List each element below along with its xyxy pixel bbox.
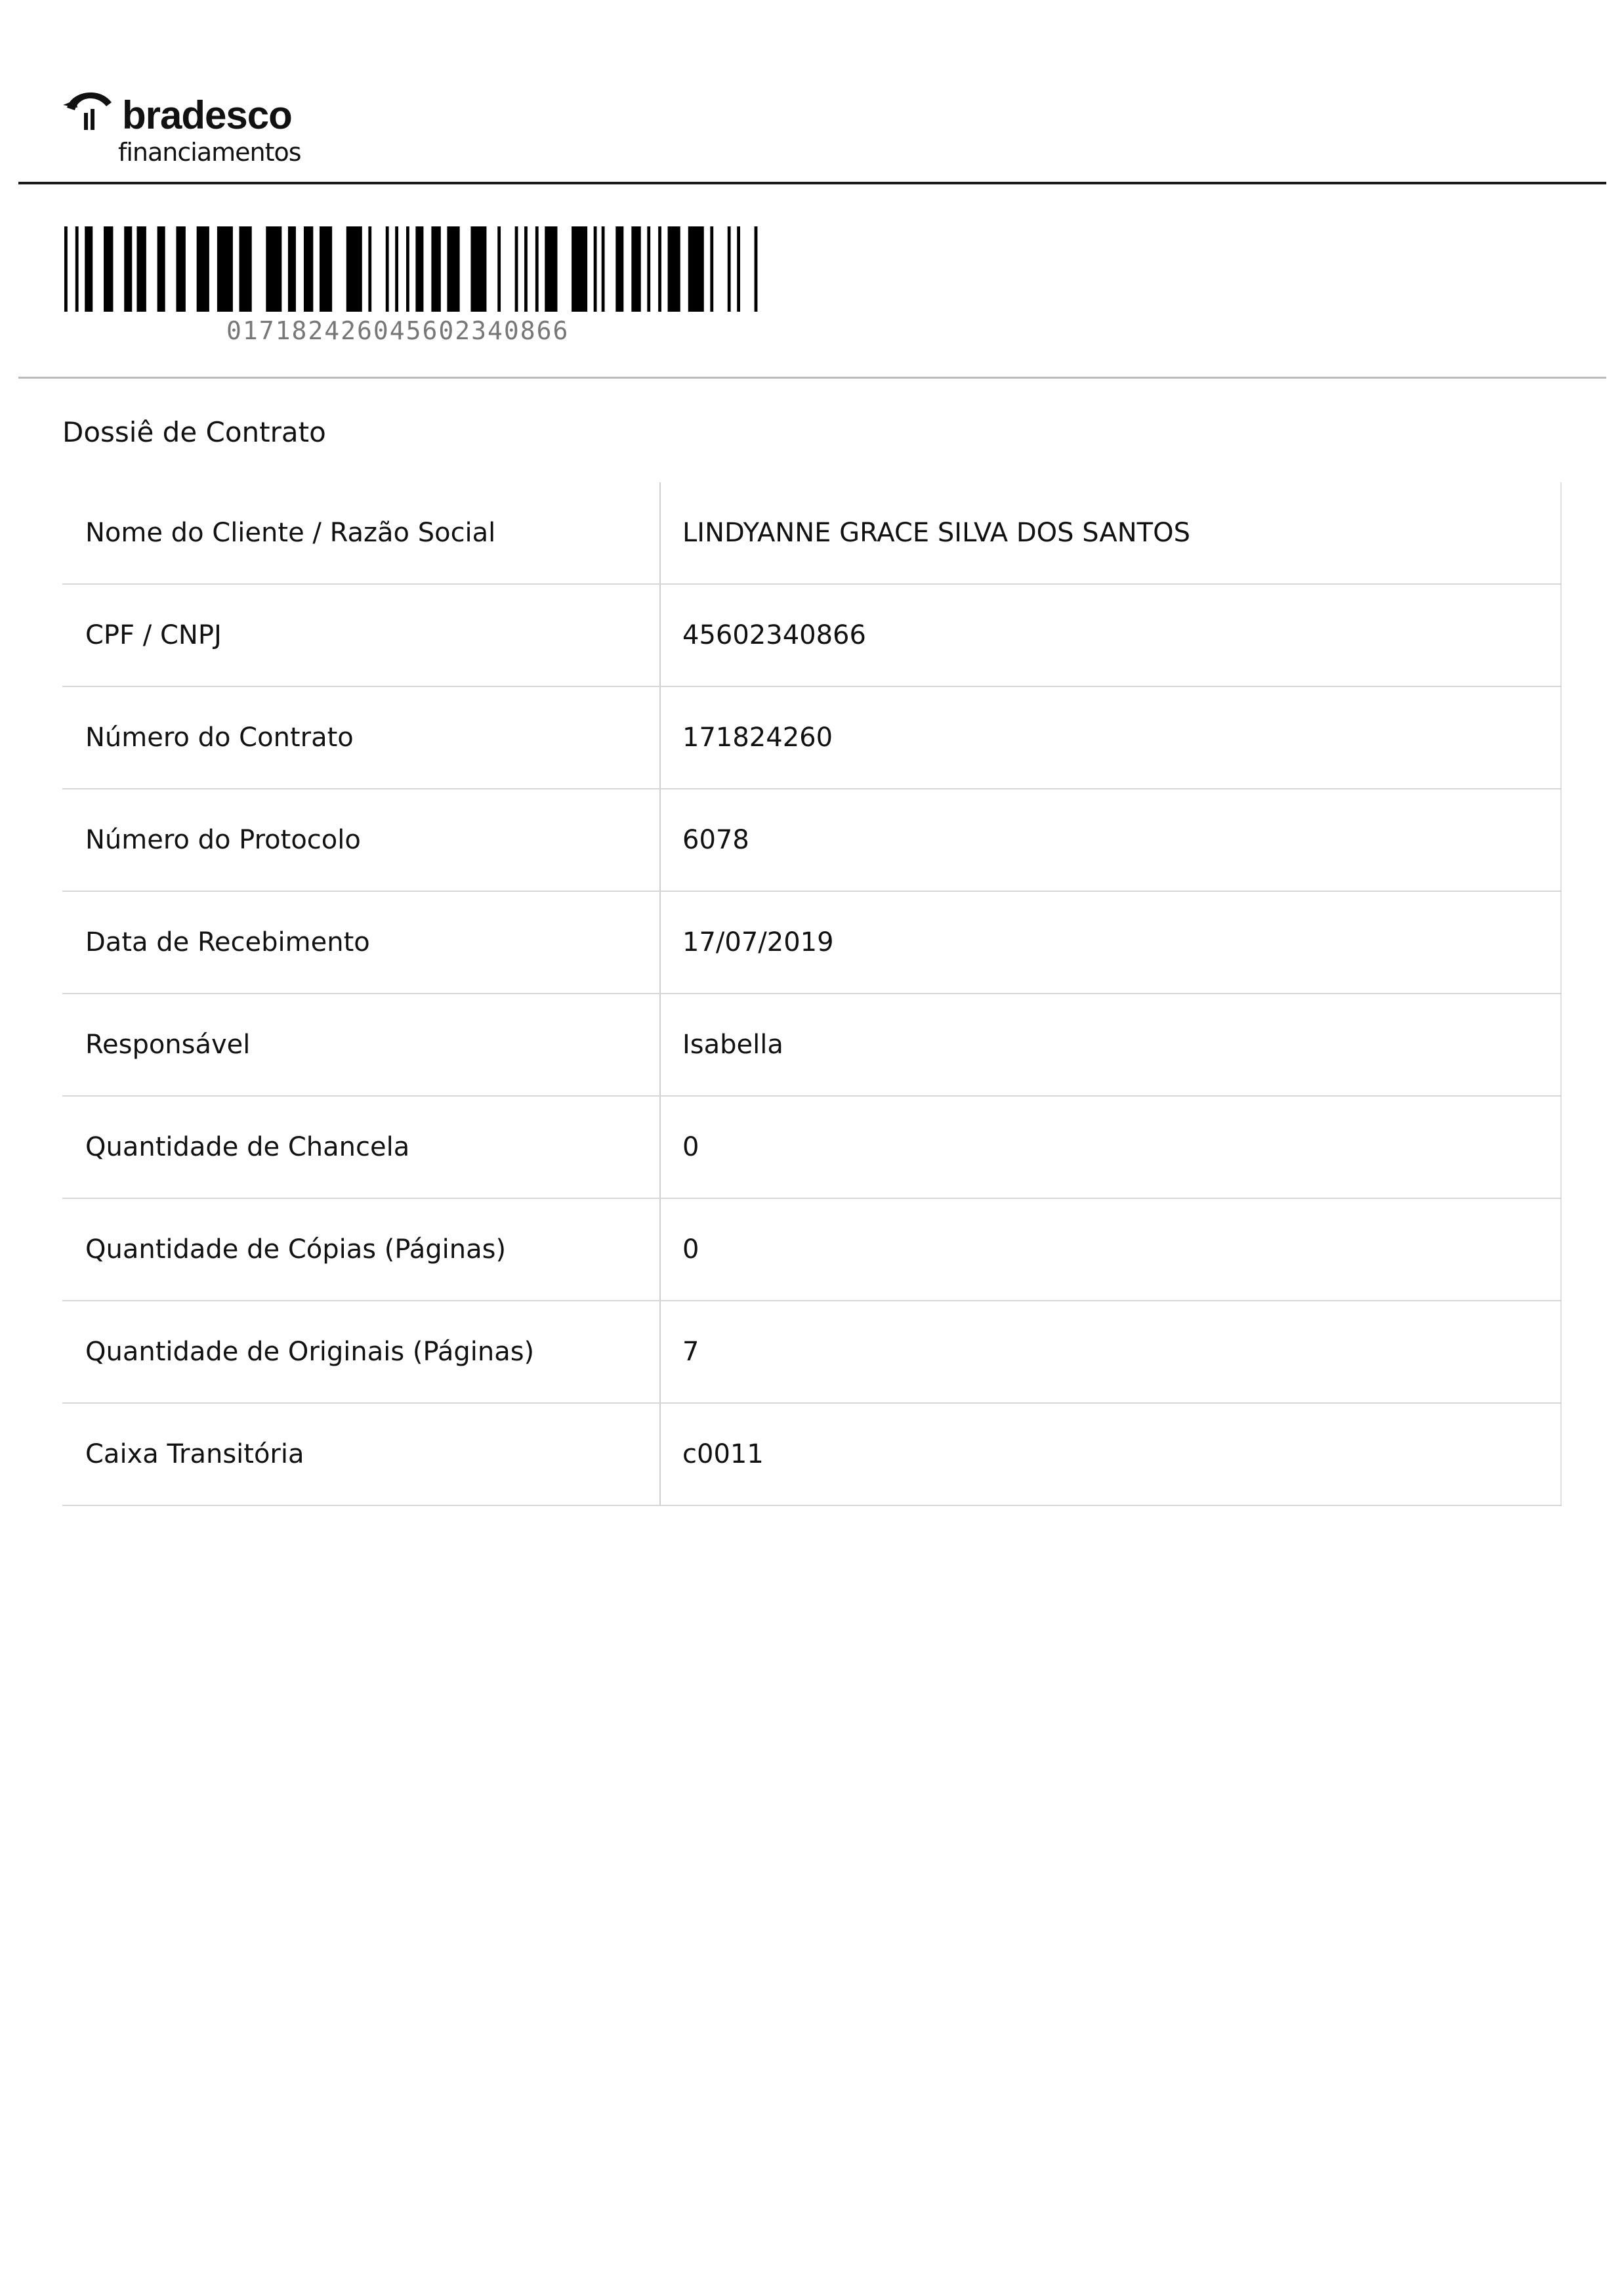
barcode-bar: [75, 226, 79, 312]
barcode-bar: [176, 226, 186, 312]
barcode-bar: [239, 226, 252, 312]
row-label: Caixa Transitória: [62, 1404, 661, 1505]
barcode-bar: [64, 226, 68, 312]
table-row: Responsável Isabella: [62, 994, 1562, 1097]
row-label: Quantidade de Cópias (Páginas): [62, 1199, 661, 1300]
row-label: Quantidade de Chancela: [62, 1097, 661, 1198]
row-value: 7: [661, 1301, 1562, 1402]
table-row: Quantidade de Cópias (Páginas) 0: [62, 1199, 1562, 1301]
row-value: 0: [661, 1199, 1562, 1300]
section-divider: [18, 377, 1606, 379]
contract-table: Nome do Cliente / Razão Social LINDYANNE…: [62, 482, 1562, 1506]
barcode-bar: [572, 226, 588, 312]
row-label: Data de Recebimento: [62, 892, 661, 993]
header-divider: [18, 182, 1606, 184]
barcode-number: 017182426045602340866: [226, 316, 570, 345]
barcode-bar: [737, 226, 740, 312]
table-row: Quantidade de Originais (Páginas) 7: [62, 1301, 1562, 1404]
barcode-bar: [593, 226, 597, 312]
row-value: Isabella: [661, 994, 1562, 1095]
barcode-bar: [395, 226, 398, 312]
table-row: CPF / CNPJ 45602340866: [62, 585, 1562, 687]
brand-name: bradesco: [122, 93, 293, 137]
barcode-bar: [615, 226, 624, 312]
brand-header: bradesco financiamentos: [60, 85, 302, 167]
row-value: 45602340866: [661, 585, 1562, 686]
barcode-bar: [406, 226, 409, 312]
barcode-bar: [217, 226, 233, 312]
barcode-bar: [346, 226, 362, 312]
barcode-bar: [647, 226, 651, 312]
bradesco-logo-icon: [63, 92, 112, 130]
row-label: Nome do Cliente / Razão Social: [62, 482, 661, 583]
barcode-bar: [136, 226, 146, 312]
barcode-bar: [545, 226, 558, 312]
barcode-bar: [196, 226, 209, 312]
barcode-bar: [754, 226, 758, 312]
barcode-bar: [447, 226, 460, 312]
row-value: c0011: [661, 1404, 1562, 1505]
table-row: Número do Contrato 171824260: [62, 687, 1562, 789]
barcode-bar: [266, 226, 282, 312]
table-row: Data de Recebimento 17/07/2019: [62, 892, 1562, 994]
row-value: 6078: [661, 789, 1562, 891]
barcode-bar: [601, 226, 605, 312]
barcode-bar: [535, 226, 539, 312]
barcode-bar: [385, 226, 389, 312]
barcode-bar: [368, 226, 372, 312]
barcode-bar: [710, 226, 714, 312]
barcode-bar: [524, 226, 528, 312]
logo: bradesco: [60, 85, 301, 135]
barcode-bar: [415, 226, 424, 312]
row-value: 0: [661, 1097, 1562, 1198]
barcode-bar: [658, 226, 661, 312]
row-label: CPF / CNPJ: [62, 585, 661, 686]
barcode-bar: [319, 226, 333, 312]
row-label: Responsável: [62, 994, 661, 1095]
row-label: Número do Contrato: [62, 687, 661, 788]
table-row: Caixa Transitória c0011: [62, 1404, 1562, 1506]
row-value: 171824260: [661, 687, 1562, 788]
barcode-bar: [124, 226, 133, 312]
barcode-bar: [688, 226, 704, 312]
barcode-bar: [497, 226, 501, 312]
row-value: LINDYANNE GRACE SILVA DOS SANTOS: [661, 482, 1562, 583]
barcode-bar: [631, 226, 641, 312]
barcode-bar: [470, 226, 487, 312]
barcode-bar: [431, 226, 441, 312]
table-row: Quantidade de Chancela 0: [62, 1097, 1562, 1199]
barcode-bar: [667, 226, 680, 312]
row-label: Quantidade de Originais (Páginas): [62, 1301, 661, 1402]
table-row: Número do Protocolo 6078: [62, 789, 1562, 892]
row-label: Número do Protocolo: [62, 789, 661, 891]
barcode-bar: [104, 226, 114, 312]
barcode-bar: [514, 226, 518, 312]
row-value: 17/07/2019: [661, 892, 1562, 993]
barcode-bar: [303, 226, 314, 312]
table-row: Nome do Cliente / Razão Social LINDYANNE…: [62, 482, 1562, 585]
barcode-bar: [157, 226, 165, 312]
barcode: [64, 226, 758, 312]
barcode-bar: [727, 226, 731, 312]
barcode-bar: [287, 226, 296, 312]
barcode-bar: [85, 226, 93, 312]
brand-subtitle: financiamentos: [118, 138, 302, 167]
page-title: Dossiê de Contrato: [62, 416, 326, 448]
